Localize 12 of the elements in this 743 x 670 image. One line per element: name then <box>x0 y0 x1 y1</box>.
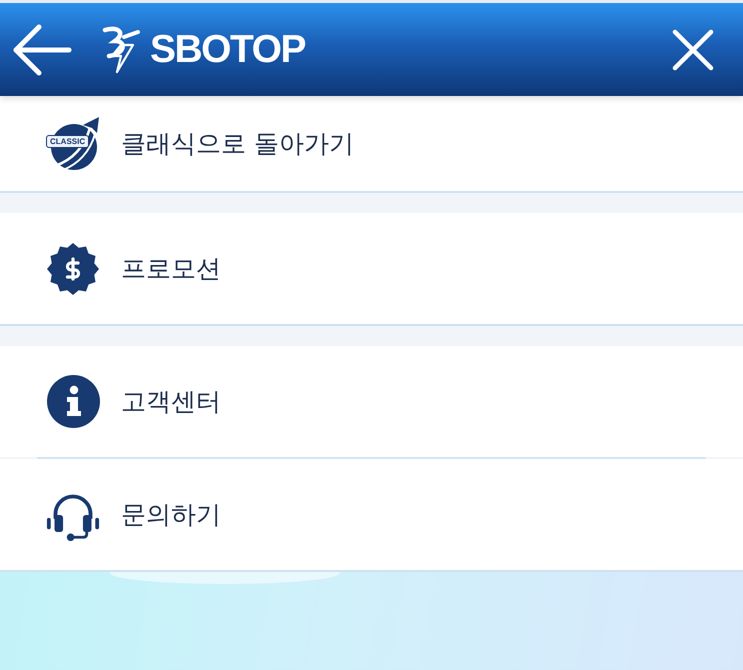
menu-item[interactable]: 프로모션 <box>0 213 743 324</box>
logo-icon <box>100 24 142 74</box>
icon-label: CLASSIC <box>46 134 90 148</box>
menu-item[interactable]: CLASSIC 클래식으로 돌아가기 <box>0 96 743 191</box>
menu-item[interactable]: 고객센터 <box>0 346 743 457</box>
close-icon <box>672 28 714 70</box>
close-button[interactable] <box>672 28 714 70</box>
info-icon <box>46 375 100 428</box>
back-button[interactable] <box>12 24 72 76</box>
dollar-badge-icon <box>46 242 100 296</box>
brand-title: SBOTOP <box>150 30 305 69</box>
menu-item[interactable]: 문의하기 <box>0 459 743 570</box>
